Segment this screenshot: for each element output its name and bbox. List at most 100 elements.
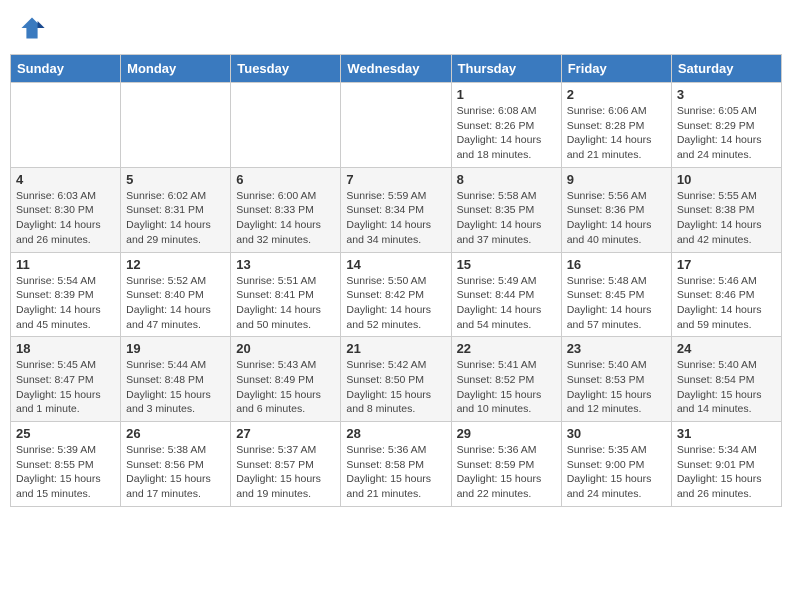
calendar-table: SundayMondayTuesdayWednesdayThursdayFrid… <box>10 54 782 507</box>
calendar-cell: 1 Sunrise: 6:08 AM Sunset: 8:26 PM Daylig… <box>451 83 561 168</box>
day-info: Sunrise: 6:00 AM Sunset: 8:33 PM Dayligh… <box>236 189 335 248</box>
day-info: Sunrise: 5:59 AM Sunset: 8:34 PM Dayligh… <box>346 189 445 248</box>
day-number: 11 <box>16 257 115 272</box>
day-info: Sunrise: 5:55 AM Sunset: 8:38 PM Dayligh… <box>677 189 776 248</box>
calendar-cell: 17 Sunrise: 5:46 AM Sunset: 8:46 PM Dayli… <box>671 252 781 337</box>
day-number: 2 <box>567 87 666 102</box>
calendar-cell: 13 Sunrise: 5:51 AM Sunset: 8:41 PM Dayli… <box>231 252 341 337</box>
day-number: 20 <box>236 341 335 356</box>
calendar-cell: 18Sunrise: 5:45 AM Sunset: 8:47 PM Dayli… <box>11 337 121 422</box>
weekday-header-friday: Friday <box>561 55 671 83</box>
day-info: Sunrise: 5:36 AM Sunset: 8:59 PM Dayligh… <box>457 443 556 502</box>
day-info: Sunrise: 5:41 AM Sunset: 8:52 PM Dayligh… <box>457 358 556 417</box>
day-info: Sunrise: 6:02 AM Sunset: 8:31 PM Dayligh… <box>126 189 225 248</box>
calendar-cell: 23 Sunrise: 5:40 AM Sunset: 8:53 PM Dayli… <box>561 337 671 422</box>
day-number: 3 <box>677 87 776 102</box>
day-number: 6 <box>236 172 335 187</box>
day-info: Sunrise: 5:52 AM Sunset: 8:40 PM Dayligh… <box>126 274 225 333</box>
calendar-week-row: 25Sunrise: 5:39 AM Sunset: 8:55 PM Dayli… <box>11 422 782 507</box>
day-number: 1 <box>457 87 556 102</box>
day-number: 12 <box>126 257 225 272</box>
day-info: Sunrise: 5:54 AM Sunset: 8:39 PM Dayligh… <box>16 274 115 333</box>
calendar-week-row: 4 Sunrise: 6:03 AM Sunset: 8:30 PM Daylig… <box>11 167 782 252</box>
weekday-header-wednesday: Wednesday <box>341 55 451 83</box>
day-number: 29 <box>457 426 556 441</box>
calendar-cell: 24 Sunrise: 5:40 AM Sunset: 8:54 PM Dayli… <box>671 337 781 422</box>
calendar-cell: 16 Sunrise: 5:48 AM Sunset: 8:45 PM Dayli… <box>561 252 671 337</box>
day-info: Sunrise: 5:51 AM Sunset: 8:41 PM Dayligh… <box>236 274 335 333</box>
day-info: Sunrise: 6:03 AM Sunset: 8:30 PM Dayligh… <box>16 189 115 248</box>
page-header <box>10 10 782 46</box>
calendar-cell: 6 Sunrise: 6:00 AM Sunset: 8:33 PM Daylig… <box>231 167 341 252</box>
day-number: 25 <box>16 426 115 441</box>
calendar-cell: 14 Sunrise: 5:50 AM Sunset: 8:42 PM Dayli… <box>341 252 451 337</box>
day-info: Sunrise: 5:56 AM Sunset: 8:36 PM Dayligh… <box>567 189 666 248</box>
weekday-header-row: SundayMondayTuesdayWednesdayThursdayFrid… <box>11 55 782 83</box>
day-number: 5 <box>126 172 225 187</box>
day-info: Sunrise: 5:38 AM Sunset: 8:56 PM Dayligh… <box>126 443 225 502</box>
calendar-week-row: 18Sunrise: 5:45 AM Sunset: 8:47 PM Dayli… <box>11 337 782 422</box>
calendar-cell <box>231 83 341 168</box>
day-info: Sunrise: 5:42 AM Sunset: 8:50 PM Dayligh… <box>346 358 445 417</box>
day-info: Sunrise: 5:49 AM Sunset: 8:44 PM Dayligh… <box>457 274 556 333</box>
day-number: 21 <box>346 341 445 356</box>
calendar-cell: 15Sunrise: 5:49 AM Sunset: 8:44 PM Dayli… <box>451 252 561 337</box>
calendar-cell: 11 Sunrise: 5:54 AM Sunset: 8:39 PM Dayli… <box>11 252 121 337</box>
calendar-cell: 2 Sunrise: 6:06 AM Sunset: 8:28 PM Daylig… <box>561 83 671 168</box>
calendar-cell: 25Sunrise: 5:39 AM Sunset: 8:55 PM Dayli… <box>11 422 121 507</box>
day-number: 24 <box>677 341 776 356</box>
logo-icon <box>18 14 46 42</box>
calendar-cell: 22 Sunrise: 5:41 AM Sunset: 8:52 PM Dayli… <box>451 337 561 422</box>
day-info: Sunrise: 6:08 AM Sunset: 8:26 PM Dayligh… <box>457 104 556 163</box>
weekday-header-monday: Monday <box>121 55 231 83</box>
day-info: Sunrise: 5:34 AM Sunset: 9:01 PM Dayligh… <box>677 443 776 502</box>
weekday-header-sunday: Sunday <box>11 55 121 83</box>
calendar-cell: 9 Sunrise: 5:56 AM Sunset: 8:36 PM Daylig… <box>561 167 671 252</box>
calendar-cell: 7 Sunrise: 5:59 AM Sunset: 8:34 PM Daylig… <box>341 167 451 252</box>
day-info: Sunrise: 5:50 AM Sunset: 8:42 PM Dayligh… <box>346 274 445 333</box>
calendar-cell: 21 Sunrise: 5:42 AM Sunset: 8:50 PM Dayli… <box>341 337 451 422</box>
day-number: 14 <box>346 257 445 272</box>
day-number: 27 <box>236 426 335 441</box>
day-number: 9 <box>567 172 666 187</box>
day-number: 4 <box>16 172 115 187</box>
day-number: 26 <box>126 426 225 441</box>
calendar-cell: 10 Sunrise: 5:55 AM Sunset: 8:38 PM Dayli… <box>671 167 781 252</box>
day-number: 18 <box>16 341 115 356</box>
calendar-cell: 28Sunrise: 5:36 AM Sunset: 8:58 PM Dayli… <box>341 422 451 507</box>
day-number: 23 <box>567 341 666 356</box>
logo <box>18 14 50 42</box>
day-number: 22 <box>457 341 556 356</box>
day-number: 30 <box>567 426 666 441</box>
calendar-cell: 8Sunrise: 5:58 AM Sunset: 8:35 PM Daylig… <box>451 167 561 252</box>
day-number: 17 <box>677 257 776 272</box>
calendar-cell: 27 Sunrise: 5:37 AM Sunset: 8:57 PM Dayli… <box>231 422 341 507</box>
weekday-header-tuesday: Tuesday <box>231 55 341 83</box>
calendar-cell: 29 Sunrise: 5:36 AM Sunset: 8:59 PM Dayli… <box>451 422 561 507</box>
calendar-cell <box>11 83 121 168</box>
day-info: Sunrise: 5:58 AM Sunset: 8:35 PM Dayligh… <box>457 189 556 248</box>
calendar-cell <box>341 83 451 168</box>
calendar-cell: 5 Sunrise: 6:02 AM Sunset: 8:31 PM Daylig… <box>121 167 231 252</box>
calendar-week-row: 1 Sunrise: 6:08 AM Sunset: 8:26 PM Daylig… <box>11 83 782 168</box>
calendar-cell: 19Sunrise: 5:44 AM Sunset: 8:48 PM Dayli… <box>121 337 231 422</box>
day-info: Sunrise: 6:05 AM Sunset: 8:29 PM Dayligh… <box>677 104 776 163</box>
day-number: 28 <box>346 426 445 441</box>
day-info: Sunrise: 5:43 AM Sunset: 8:49 PM Dayligh… <box>236 358 335 417</box>
calendar-week-row: 11 Sunrise: 5:54 AM Sunset: 8:39 PM Dayli… <box>11 252 782 337</box>
day-info: Sunrise: 5:37 AM Sunset: 8:57 PM Dayligh… <box>236 443 335 502</box>
day-number: 16 <box>567 257 666 272</box>
day-info: Sunrise: 5:40 AM Sunset: 8:54 PM Dayligh… <box>677 358 776 417</box>
day-number: 19 <box>126 341 225 356</box>
calendar-cell <box>121 83 231 168</box>
day-number: 10 <box>677 172 776 187</box>
calendar-cell: 12 Sunrise: 5:52 AM Sunset: 8:40 PM Dayli… <box>121 252 231 337</box>
day-number: 13 <box>236 257 335 272</box>
day-info: Sunrise: 5:40 AM Sunset: 8:53 PM Dayligh… <box>567 358 666 417</box>
day-number: 7 <box>346 172 445 187</box>
day-info: Sunrise: 5:46 AM Sunset: 8:46 PM Dayligh… <box>677 274 776 333</box>
day-info: Sunrise: 5:48 AM Sunset: 8:45 PM Dayligh… <box>567 274 666 333</box>
day-info: Sunrise: 6:06 AM Sunset: 8:28 PM Dayligh… <box>567 104 666 163</box>
day-info: Sunrise: 5:35 AM Sunset: 9:00 PM Dayligh… <box>567 443 666 502</box>
calendar-cell: 30 Sunrise: 5:35 AM Sunset: 9:00 PM Dayli… <box>561 422 671 507</box>
